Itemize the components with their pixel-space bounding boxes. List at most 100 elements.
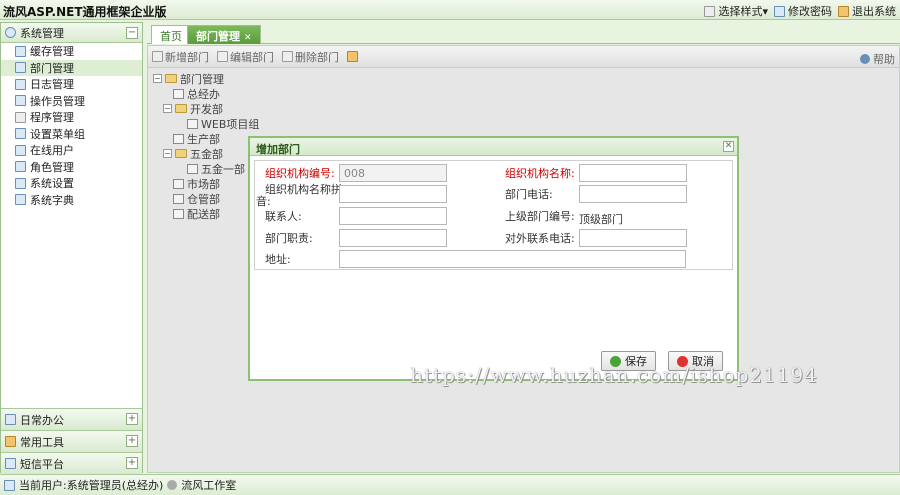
check-icon: [610, 355, 621, 367]
expand-icon[interactable]: +: [126, 413, 138, 425]
dialog-title: 增加部门 ✕: [250, 138, 737, 156]
help-button[interactable]: 帮助: [860, 51, 895, 67]
phone-input[interactable]: [579, 185, 687, 203]
external-phone-input[interactable]: [579, 229, 687, 247]
sidebar-item-cache[interactable]: 缓存管理: [1, 43, 142, 60]
expand-icon[interactable]: +: [126, 457, 138, 469]
duty-label: 部门职责:: [265, 232, 313, 245]
sidebar-section-office[interactable]: 日常办公 +: [1, 409, 142, 431]
edit-icon: [217, 51, 228, 62]
contact-label: 联系人:: [265, 210, 302, 223]
user-icon: [4, 479, 15, 491]
tree-node[interactable]: 五金一部: [153, 161, 259, 176]
folder-icon: [175, 149, 187, 158]
cancel-icon: [677, 355, 688, 367]
sidebar-item-roles[interactable]: 角色管理: [1, 159, 142, 176]
tree-node[interactable]: 配送部: [153, 206, 259, 221]
cancel-button[interactable]: 取消: [668, 351, 723, 371]
export-icon: [347, 51, 358, 62]
duty-input[interactable]: [339, 229, 447, 247]
address-label: 地址:: [265, 253, 291, 266]
tree-node[interactable]: − 开发部: [153, 101, 259, 116]
window-icon: [704, 5, 716, 17]
logout-link[interactable]: 退出系统: [838, 3, 896, 19]
status-bar: 当前用户:系统管理员(总经办) 流风工作室: [0, 474, 900, 495]
department-tree: − 部门管理 总经办 − 开发部 WEB项目组 生产部 − 五金部 五金一部 市场部 …: [153, 71, 259, 221]
exit-icon: [838, 5, 849, 17]
choose-style-link[interactable]: 选择样式▾: [704, 3, 768, 19]
collapse-icon[interactable]: −: [163, 149, 172, 158]
tree-node[interactable]: WEB项目组: [153, 116, 259, 131]
operator-icon: [15, 95, 26, 107]
tab-bar: 首页 部门管理 ✕: [147, 22, 900, 44]
add-department-dialog: 增加部门 ✕ 组织机构编号: 组织机构名称: 组织机构名称拼 音: 部门电话: …: [248, 136, 739, 381]
studio-name: 流风工作室: [181, 479, 237, 492]
expand-icon[interactable]: +: [126, 435, 138, 447]
sidebar-item-program[interactable]: 程序管理: [1, 109, 142, 126]
folder-icon: [165, 74, 177, 83]
delete-department-button[interactable]: 删除部门: [282, 49, 339, 65]
parent-code-label: 上级部门编号:: [505, 210, 575, 223]
sidebar-item-menu-group[interactable]: 设置菜单组: [1, 126, 142, 143]
close-icon[interactable]: ✕: [723, 141, 734, 152]
export-button[interactable]: [347, 51, 358, 62]
tab-department[interactable]: 部门管理 ✕: [187, 25, 261, 44]
wrench-icon: [15, 177, 26, 189]
org-pinyin-input[interactable]: [339, 185, 447, 203]
close-icon[interactable]: ✕: [244, 33, 252, 43]
file-icon: [173, 193, 184, 204]
file-icon: [173, 208, 184, 219]
sidebar-section-system[interactable]: 系统管理 −: [1, 23, 142, 43]
org-code-input[interactable]: [339, 164, 447, 182]
collapse-icon[interactable]: −: [153, 74, 162, 83]
contact-input[interactable]: [339, 207, 447, 225]
address-input[interactable]: [339, 250, 686, 268]
org-pinyin-label: 组织机构名称拼: [265, 183, 342, 196]
menu-group-icon: [15, 128, 26, 140]
tree-node[interactable]: 仓管部: [153, 191, 259, 206]
program-icon: [15, 111, 26, 123]
role-icon: [15, 161, 26, 173]
sidebar-item-online-users[interactable]: 在线用户: [1, 142, 142, 159]
tab-home[interactable]: 首页: [151, 25, 191, 44]
department-icon: [15, 62, 26, 74]
key-icon: [774, 5, 785, 17]
org-pinyin-label-suffix: 音:: [256, 195, 271, 208]
header-links: 选择样式▾ 修改密码 退出系统: [704, 3, 896, 19]
tree-node[interactable]: 生产部: [153, 131, 259, 146]
tools-icon: [5, 436, 16, 447]
online-user-icon: [15, 144, 26, 156]
collapse-icon[interactable]: −: [126, 27, 138, 39]
sidebar-item-log[interactable]: 日志管理: [1, 76, 142, 93]
org-name-input[interactable]: [579, 164, 687, 182]
tree-node[interactable]: − 五金部: [153, 146, 259, 161]
sidebar-item-operator[interactable]: 操作员管理: [1, 93, 142, 110]
tree-node[interactable]: 总经办: [153, 86, 259, 101]
save-button[interactable]: 保存: [601, 351, 656, 371]
cache-icon: [15, 45, 26, 57]
sidebar-item-settings[interactable]: 系统设置: [1, 175, 142, 192]
toolbar: 新增部门 编辑部门 删除部门 帮助: [148, 46, 899, 68]
add-icon: [152, 51, 163, 62]
top-header: 流风ASP.NET通用框架企业版 选择样式▾ 修改密码 退出系统: [0, 0, 900, 20]
edit-department-button[interactable]: 编辑部门: [217, 49, 274, 65]
app-title: 流风ASP.NET通用框架企业版: [3, 5, 167, 19]
sidebar: 系统管理 − 缓存管理 部门管理 日志管理 操作员管理 程序管理 设置菜单组 在…: [0, 22, 143, 475]
sidebar-section-sms[interactable]: 短信平台 +: [1, 453, 142, 475]
sidebar-section-tools[interactable]: 常用工具 +: [1, 431, 142, 453]
collapse-icon[interactable]: −: [163, 104, 172, 113]
delete-icon: [282, 51, 293, 62]
gear-icon: [5, 27, 16, 38]
file-icon: [173, 178, 184, 189]
org-code-label: 组织机构编号:: [265, 167, 335, 180]
log-icon: [15, 78, 26, 90]
file-icon: [173, 133, 184, 144]
tree-node[interactable]: 市场部: [153, 176, 259, 191]
tree-root[interactable]: − 部门管理: [153, 71, 259, 86]
add-department-button[interactable]: 新增部门: [152, 49, 209, 65]
help-icon: [860, 54, 870, 64]
change-password-link[interactable]: 修改密码: [774, 3, 832, 19]
sidebar-item-dictionary[interactable]: 系统字典: [1, 192, 142, 209]
department-form: 组织机构编号: 组织机构名称: 组织机构名称拼 音: 部门电话: 联系人: 上级…: [254, 160, 733, 270]
sidebar-item-department[interactable]: 部门管理: [1, 59, 142, 76]
